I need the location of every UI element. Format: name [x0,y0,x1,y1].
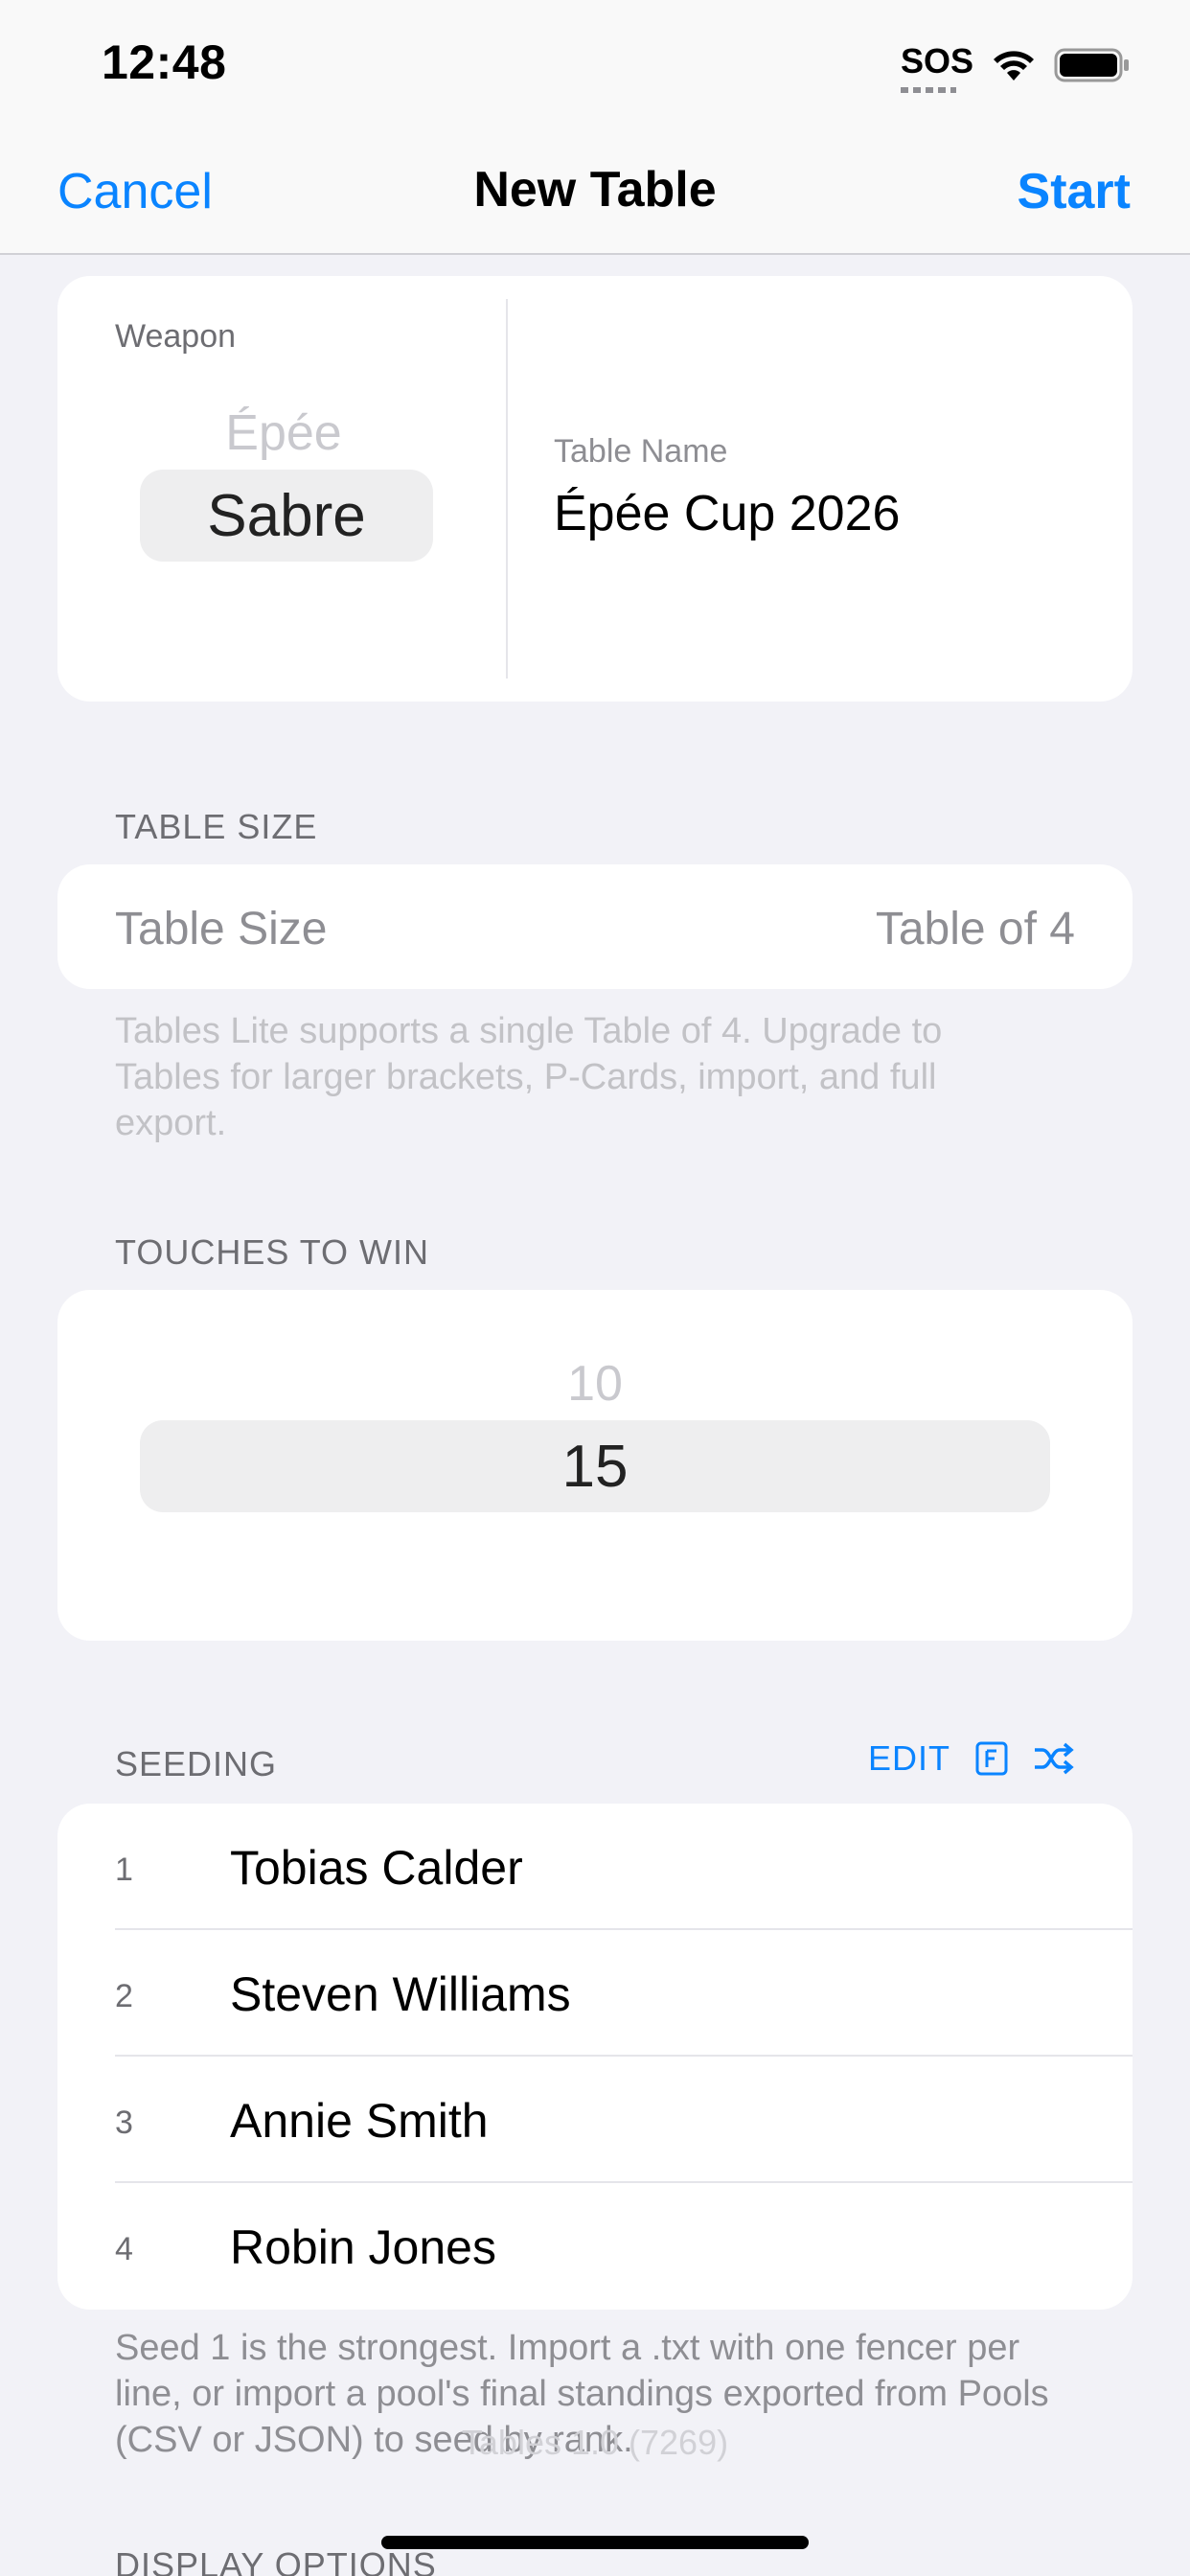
status-time: 12:48 [102,35,227,89]
table-size-card[interactable]: Table Size Table of 4 [57,864,1133,989]
weapon-label: Weapon [115,318,237,355]
start-button[interactable]: Start [1018,163,1131,220]
version-label: Tables 1.0 (7269) [461,2423,729,2462]
touches-header: TOUCHES TO WIN [115,1232,430,1272]
page-title: New Table [473,162,717,218]
sos-label: SOS [900,41,973,80]
sos-signal-dots [900,87,956,93]
vertical-divider [506,299,508,678]
fencer-name: Steven Williams [230,1967,571,2021]
seeding-card: 1 Tobias Calder 2 Steven Williams 3 Anni… [57,1804,1133,2310]
touches-selected-label: 15 [561,1433,629,1500]
table-name-field[interactable]: Épée Cup 2026 [554,485,900,542]
table-size-label: Table Size [115,904,328,954]
seed-number: 3 [115,2104,133,2141]
seed-number: 2 [115,1978,133,2014]
fencer-name: Tobias Calder [230,1841,523,1895]
table-name-label: Table Name [554,433,728,470]
seed-number: 1 [115,1852,133,1888]
table-size-footer: Tables Lite supports a single Table of 4… [115,1011,943,1143]
edit-button[interactable]: EDIT [868,1738,950,1779]
fencer-name: Robin Jones [230,2220,496,2274]
table-size-header: TABLE SIZE [115,807,318,846]
weapon-picker-option[interactable]: Épée [140,404,427,462]
touches-card: 10 15 [57,1290,1133,1641]
battery-icon [1054,48,1129,82]
touches-picker-selected[interactable]: 15 [140,1420,1050,1512]
seeding-actions: EDIT [868,1738,1075,1779]
top-bar: 12:48 SOS Cancel New Table Start [0,0,1190,255]
touches-picker-option[interactable]: 10 [140,1355,1050,1413]
wifi-icon [994,51,1034,80]
fencer-name: Annie Smith [230,2094,489,2148]
table-size-value: Table of 4 [875,904,1075,954]
seed-row[interactable]: 4 Robin Jones [57,2183,1133,2310]
weapon-selected-label: Sabre [207,482,366,549]
weapon-picker-selected[interactable]: Sabre [140,470,433,562]
display-options-header: DISPLAY OPTIONS [115,2545,437,2576]
sos-indicator: SOS [900,41,973,93]
file-import-icon[interactable] [975,1741,1008,1776]
shuffle-icon[interactable] [1033,1742,1075,1775]
seed-row[interactable]: 3 Annie Smith [57,2057,1133,2183]
seeding-header: SEEDING [115,1744,278,1783]
home-indicator[interactable] [381,2536,809,2549]
status-icons: SOS [900,41,1131,93]
seed-row[interactable]: 2 Steven Williams [57,1930,1133,2057]
weapon-name-card: Weapon Épée Sabre Table Name Épée Cup 20… [57,276,1133,702]
seed-number: 4 [115,2231,133,2267]
seed-row[interactable]: 1 Tobias Calder [57,1804,1133,1930]
